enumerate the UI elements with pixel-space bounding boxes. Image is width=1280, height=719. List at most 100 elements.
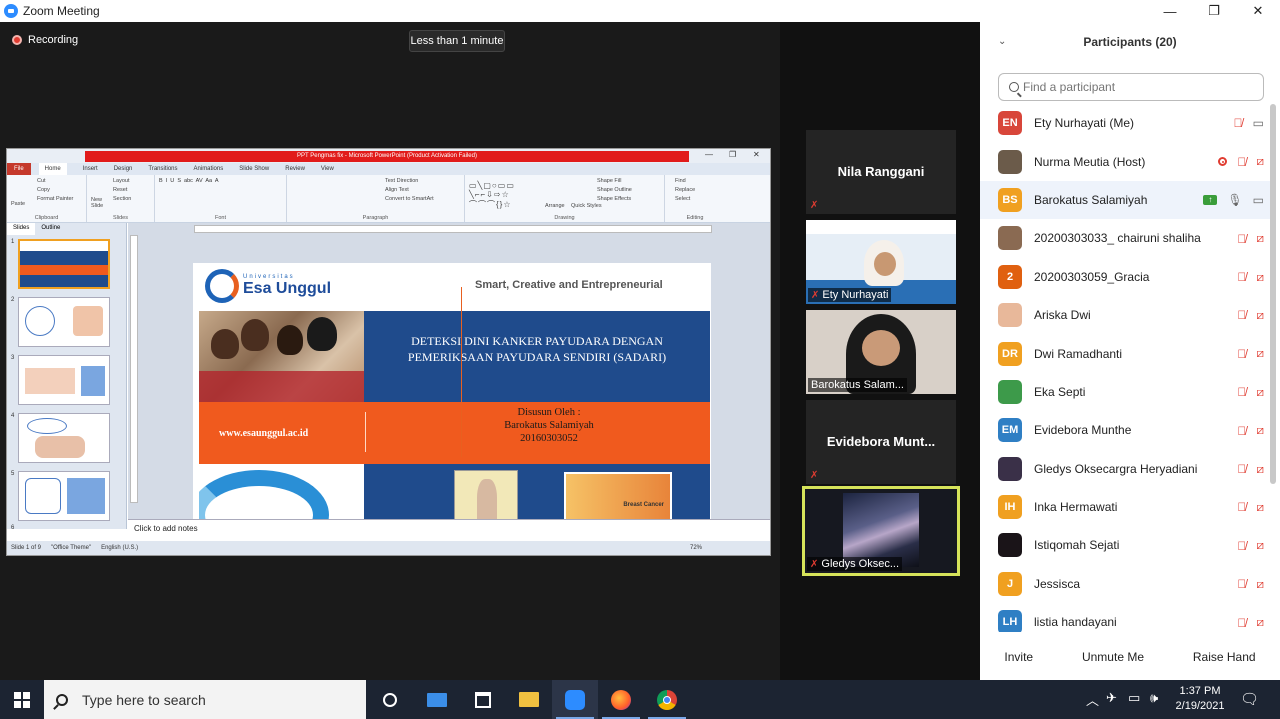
video-tile-barokatus[interactable]: Barokatus Salam... [806,310,956,394]
video-tile-ety[interactable]: ✗ Ety Nurhayati [806,220,956,304]
shapes-gallery[interactable]: ▭╲▢○▭▭ ╲⌐⌐⇩⇨☆ ⌒⌒⌒{}☆ [469,181,515,210]
invite-button[interactable]: Invite [994,646,1043,668]
zoom-app-button[interactable] [552,680,598,719]
muted-mic-icon[interactable]: 🎙̸ [1237,308,1246,322]
participant-list-scrollbar[interactable] [1270,104,1276,484]
participant-row[interactable]: Ariska Dwi 🎙̸ ⧄ [980,296,1270,334]
video-tile-nila[interactable]: Nila Ranggani ✗ [806,130,956,214]
ppt-tab-design[interactable]: Design [114,166,133,172]
ppt-tab-transitions[interactable]: Transitions [148,166,177,172]
participant-row[interactable]: Eka Septi 🎙̸ ⧄ [980,373,1270,411]
font-controls[interactable]: B I U S abc AV Aa A [159,178,282,184]
ppt-close-icon[interactable]: ✕ [753,150,760,159]
ppt-tab-animations[interactable]: Animations [194,166,224,172]
arrange-button[interactable]: Arrange [545,203,565,209]
copy-button[interactable]: Copy [37,187,82,193]
participant-row[interactable]: 20200303033_ chairuni shaliha 🎙̸ ⧄ [980,219,1270,257]
shape-fill-button[interactable]: Shape Fill [597,178,660,184]
ppt-tab-insert[interactable]: Insert [83,166,98,172]
muted-mic-icon[interactable]: 🎙̸ [1237,347,1246,361]
participant-row[interactable]: J Jessisca 🎙̸ ⧄ [980,565,1270,603]
video-off-icon[interactable]: ⧄ [1256,538,1264,553]
muted-mic-icon[interactable]: 🎙̸ [1237,270,1246,284]
quick-styles-button[interactable]: Quick Styles [571,203,602,209]
find-button[interactable]: Find [675,178,721,184]
replace-button[interactable]: Replace [675,187,721,193]
video-off-icon[interactable]: ⧄ [1256,385,1264,400]
recording-indicator[interactable]: Recording [12,34,78,46]
video-off-icon[interactable]: ⧄ [1256,423,1264,438]
slide-thumbnail[interactable] [18,355,110,405]
chrome-app-button[interactable] [644,680,690,719]
battery-icon[interactable]: ▭ [1128,690,1140,706]
ppt-tab-slideshow[interactable]: Slide Show [239,166,269,172]
participant-row[interactable]: EM Evidebora Munthe 🎙̸ ⧄ [980,411,1270,449]
paste-button[interactable]: Paste [11,201,25,207]
muted-mic-icon[interactable]: 🎙̸ [1234,116,1243,130]
outline-tab[interactable]: Outline [35,223,66,235]
participant-row[interactable]: Nurma Meutia (Host) 🎙̸ ⧄ [980,142,1270,180]
ppt-maximize-icon[interactable]: ❐ [729,150,736,159]
ppt-tab-view[interactable]: View [321,166,334,172]
video-off-icon[interactable]: ⧄ [1256,346,1264,361]
reset-button[interactable]: Reset [113,187,150,193]
video-camera-icon[interactable]: ▭ [1253,116,1264,130]
video-off-icon[interactable]: ⧄ [1256,500,1264,515]
participant-row[interactable]: EN Ety Nurhayati (Me) 🎙̸ ▭ [980,104,1270,142]
slides-tab[interactable]: Slides [7,223,36,235]
muted-mic-icon[interactable]: 🎙̸ [1237,232,1246,246]
section-button[interactable]: Section [113,196,150,202]
action-center-icon[interactable]: 🗨 [1240,690,1259,708]
firefox-app-button[interactable] [598,680,644,719]
video-tile-evidebora[interactable]: Evidebora Munt... ✗ [806,400,956,484]
video-tile-gledys-active-speaker[interactable]: ✗ Gledys Oksec... [802,486,960,576]
notes-pane[interactable]: Click to add notes [128,519,770,541]
close-button[interactable]: ✕ [1236,0,1280,22]
participant-search[interactable] [998,73,1264,101]
format-painter-button[interactable]: Format Painter [37,196,82,202]
shape-outline-button[interactable]: Shape Outline [597,187,660,193]
muted-mic-icon[interactable]: 🎙̸ [1237,424,1246,438]
video-off-icon[interactable]: ⧄ [1256,308,1264,323]
file-explorer-button[interactable] [506,680,552,719]
maximize-button[interactable]: ❐ [1192,0,1236,22]
mail-app-button[interactable] [414,680,460,719]
video-off-icon[interactable]: ⧄ [1256,270,1264,285]
text-direction-button[interactable]: Text Direction [385,178,460,184]
participant-row[interactable]: DR Dwi Ramadhanti 🎙̸ ⧄ [980,334,1270,372]
video-off-icon[interactable]: ⧄ [1256,231,1264,246]
show-hidden-icons-chevron[interactable]: ︿ [1086,690,1099,709]
ppt-tab-review[interactable]: Review [285,166,305,172]
participant-row[interactable]: Gledys Oksecargra Heryadiani 🎙̸ ⧄ [980,450,1270,488]
participant-row[interactable]: Istiqomah Sejati 🎙̸ ⧄ [980,526,1270,564]
participant-row[interactable]: LH listia handayani 🎙̸ ⧄ [980,603,1270,632]
taskbar-search[interactable]: Type here to search [44,680,366,719]
video-off-icon[interactable]: ⧄ [1256,462,1264,477]
convert-smartart-button[interactable]: Convert to SmartArt [385,196,460,202]
participant-row[interactable]: BS Barokatus Salamiyah ↑ 🎙 ▭ [980,180,1270,220]
muted-mic-icon[interactable]: 🎙̸ [1237,577,1246,591]
ppt-tab-home[interactable]: Home [38,163,67,175]
ppt-minimize-icon[interactable]: — [705,150,713,159]
layout-button[interactable]: Layout [113,178,150,184]
participant-row[interactable]: IH Inka Hermawati 🎙̸ ⧄ [980,488,1270,526]
slide-thumbnail[interactable] [18,471,110,521]
video-camera-icon[interactable]: ▭ [1253,193,1264,207]
video-off-icon[interactable]: ⧄ [1256,154,1264,169]
minimize-button[interactable]: — [1148,0,1192,22]
start-button[interactable] [0,680,44,719]
muted-mic-icon[interactable]: 🎙̸ [1237,385,1246,399]
muted-mic-icon[interactable]: 🎙̸ [1237,500,1246,514]
mic-icon[interactable]: 🎙 [1227,193,1242,207]
new-slide-button[interactable]: New Slide [91,197,109,209]
muted-mic-icon[interactable]: 🎙̸ [1237,539,1246,553]
video-off-icon[interactable]: ⧄ [1256,615,1264,630]
select-button[interactable]: Select [675,196,721,202]
slide-thumbnail[interactable] [18,413,110,463]
ppt-tab-file[interactable]: File [7,163,31,175]
shape-effects-button[interactable]: Shape Effects [597,196,660,202]
collapse-chevron-icon[interactable]: ⌄ [998,36,1006,47]
slide-thumbnail[interactable] [18,297,110,347]
network-icon[interactable]: ✈ [1106,690,1117,706]
muted-mic-icon[interactable]: 🎙̸ [1237,616,1246,630]
